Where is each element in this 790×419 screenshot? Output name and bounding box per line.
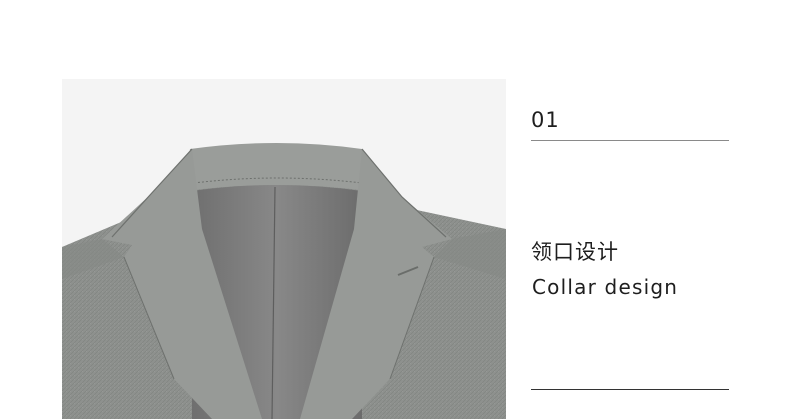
suit-collar-illustration [62, 79, 506, 419]
product-photo [62, 79, 506, 419]
bottom-divider [531, 389, 729, 390]
collar-band [186, 143, 368, 191]
feature-title-chinese: 领口设计 [531, 240, 619, 264]
feature-index: 01 [531, 108, 560, 132]
feature-title-english: Collar design [532, 275, 679, 299]
top-divider [531, 140, 729, 141]
